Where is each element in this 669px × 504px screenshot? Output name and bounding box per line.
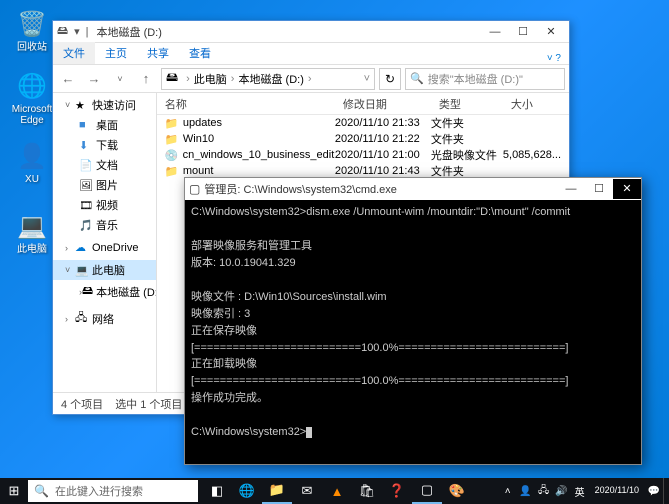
iso-icon: 💿	[165, 149, 179, 162]
minimize-button[interactable]: —	[481, 22, 509, 42]
refresh-button[interactable]: ↻	[379, 68, 401, 90]
taskbar[interactable]: ⊞ 🔍 在此键入进行搜索 ◧ 🌐 📁 ✉ ▲ 🛍 ❓ ▢ 🎨 ˄ 👤 🖧 🔊 英…	[0, 478, 669, 504]
desktop-icon-user[interactable]: 👤 XU	[10, 140, 54, 185]
search-input[interactable]: 🔍 搜索"本地磁盘 (D:)"	[405, 68, 565, 90]
close-button[interactable]: ✕	[537, 22, 565, 42]
taskbar-app-vlc[interactable]: ▲	[322, 478, 352, 504]
nav-documents[interactable]: 📄文档	[53, 155, 156, 175]
breadcrumb-drive[interactable]: 本地磁盘 (D:)	[238, 71, 303, 87]
col-date[interactable]: 修改日期	[335, 93, 431, 114]
selection-count: 选中 1 个项目	[115, 396, 182, 412]
taskbar-app-cmd[interactable]: ▢	[412, 478, 442, 504]
taskbar-app-edge[interactable]: 🌐	[232, 478, 262, 504]
user-folder-icon: 👤	[16, 140, 48, 172]
nav-onedrive[interactable]: ›☁OneDrive	[53, 239, 156, 256]
folder-icon: 📁	[165, 133, 179, 146]
nav-downloads[interactable]: ⬇下载	[53, 135, 156, 155]
cmd-output[interactable]: C:\Windows\system32>dism.exe /Unmount-wi…	[185, 200, 641, 464]
col-type[interactable]: 类型	[431, 93, 503, 114]
taskbar-app-help[interactable]: ❓	[382, 478, 412, 504]
taskbar-app-mail[interactable]: ✉	[292, 478, 322, 504]
ribbon-expand-button[interactable]: ˅ ?	[539, 53, 569, 64]
qat-chevron-icon[interactable]: ▾	[74, 25, 80, 38]
history-chevron-icon[interactable]: ˅	[109, 68, 131, 90]
tray-notifications-icon[interactable]: 💬	[645, 486, 663, 497]
nav-bar: ← → ˅ ↑ 🖴 › 此电脑 › 本地磁盘 (D:) › ˅ ↻ 🔍 搜索"本…	[53, 65, 569, 93]
window-title: 本地磁盘 (D:)	[97, 24, 481, 40]
ribbon-tabs: 文件 主页 共享 查看 ˅ ?	[53, 43, 569, 65]
nav-pictures[interactable]: 🖼图片	[53, 175, 156, 195]
task-view-button[interactable]: ◧	[202, 478, 232, 504]
back-button[interactable]: ←	[57, 68, 79, 90]
up-button[interactable]: ↑	[135, 68, 157, 90]
breadcrumb-pc[interactable]: 此电脑	[194, 71, 227, 87]
system-tray[interactable]: ˄ 👤 🖧 🔊 英 2020/11/10 💬	[499, 478, 669, 504]
file-row[interactable]: 📁updates 2020/11/10 21:33文件夹	[157, 115, 569, 131]
cmd-close-button[interactable]: ✕	[613, 179, 641, 199]
explorer-title-bar[interactable]: 🖴 ▾ | 本地磁盘 (D:) — ☐ ✕	[53, 21, 569, 43]
this-pc-icon: 💻	[16, 210, 48, 242]
tab-share[interactable]: 共享	[137, 42, 179, 64]
tray-ime-icon[interactable]: 英	[571, 484, 589, 499]
nav-quick-access[interactable]: ˅★快速访问	[53, 95, 156, 115]
cmd-minimize-button[interactable]: —	[557, 179, 585, 199]
nav-network[interactable]: ›🖧网络	[53, 307, 156, 330]
nav-desktop[interactable]: ■桌面	[53, 115, 156, 135]
edge-icon: 🌐	[16, 70, 48, 102]
nav-drive-d[interactable]: ›🖴本地磁盘 (D:)	[53, 280, 156, 303]
taskbar-search-input[interactable]: 🔍 在此键入进行搜索	[28, 480, 198, 502]
cursor-icon	[306, 427, 312, 438]
taskbar-app-paint[interactable]: 🎨	[442, 478, 472, 504]
tray-volume-icon[interactable]: 🔊	[553, 486, 571, 497]
forward-button[interactable]: →	[83, 68, 105, 90]
col-size[interactable]: 大小	[503, 93, 569, 114]
file-row[interactable]: 💿cn_windows_10_business_editions_ver... …	[157, 147, 569, 163]
folder-icon: 📁	[165, 165, 179, 178]
maximize-button[interactable]: ☐	[509, 22, 537, 42]
cmd-title-bar[interactable]: ▢ 管理员: C:\Windows\system32\cmd.exe — ☐ ✕	[185, 178, 641, 200]
desktop-icon-thispc[interactable]: 💻 此电脑	[10, 210, 54, 255]
nav-videos[interactable]: 🎞视频	[53, 195, 156, 215]
item-count: 4 个项目	[61, 396, 103, 412]
tray-people-icon[interactable]: 👤	[517, 486, 535, 497]
drive-icon: 🖴	[57, 22, 68, 41]
drive-icon: 🖴	[166, 68, 178, 89]
taskbar-app-explorer[interactable]: 📁	[262, 478, 292, 504]
tray-network-icon[interactable]: 🖧	[535, 483, 553, 500]
cmd-icon: ▢	[189, 182, 200, 196]
search-icon: 🔍	[410, 72, 424, 85]
nav-pane[interactable]: ˅★快速访问 ■桌面 ⬇下载 📄文档 🖼图片 🎞视频 🎵音乐 ›☁OneDriv…	[53, 93, 157, 392]
breadcrumb[interactable]: 🖴 › 此电脑 › 本地磁盘 (D:) › ˅	[161, 68, 375, 90]
col-name[interactable]: 名称	[157, 93, 335, 114]
start-button[interactable]: ⊞	[0, 478, 28, 504]
search-icon: 🔍	[34, 484, 49, 498]
nav-this-pc[interactable]: ˅💻此电脑	[53, 260, 156, 280]
recycle-bin-icon: 🗑️	[16, 8, 48, 40]
desktop-icon-recycle-bin[interactable]: 🗑️ 回收站	[10, 8, 54, 53]
taskbar-app-store[interactable]: 🛍	[352, 478, 382, 504]
tab-home[interactable]: 主页	[95, 42, 137, 64]
breadcrumb-dropdown-icon[interactable]: ˅	[364, 73, 370, 85]
show-desktop-button[interactable]	[663, 478, 669, 504]
desktop-icon-edge[interactable]: 🌐 Microsoft Edge	[10, 70, 54, 126]
tray-overflow-icon[interactable]: ˄	[499, 486, 517, 497]
folder-icon: 📁	[165, 117, 179, 130]
tray-clock[interactable]: 2020/11/10	[589, 486, 645, 496]
nav-music[interactable]: 🎵音乐	[53, 215, 156, 235]
file-row[interactable]: 📁Win10 2020/11/10 21:22文件夹	[157, 131, 569, 147]
cmd-title-text: 管理员: C:\Windows\system32\cmd.exe	[204, 181, 557, 197]
tab-file[interactable]: 文件	[53, 42, 95, 64]
tab-view[interactable]: 查看	[179, 42, 221, 64]
cmd-maximize-button[interactable]: ☐	[585, 179, 613, 199]
cmd-window[interactable]: ▢ 管理员: C:\Windows\system32\cmd.exe — ☐ ✕…	[184, 177, 642, 465]
column-headers[interactable]: 名称 修改日期 类型 大小	[157, 93, 569, 115]
